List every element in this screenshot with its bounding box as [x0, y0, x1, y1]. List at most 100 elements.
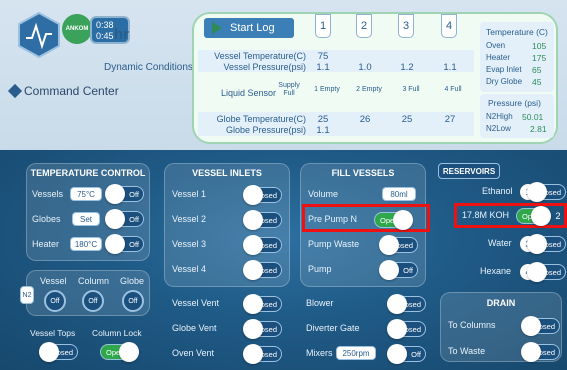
temp-label: Dry Globe — [486, 77, 523, 86]
n2-globe-button[interactable]: Off — [122, 290, 144, 312]
drain-columns-toggle[interactable]: Closed — [521, 316, 560, 336]
reservoirs-title: RESERVOIRS — [438, 163, 500, 179]
cell: 1.2 — [400, 62, 414, 73]
toggle-knob — [243, 319, 263, 339]
misc-label: Mixers — [306, 348, 333, 358]
globe-vent-toggle[interactable]: Closed — [243, 319, 282, 339]
row-label: Globe Temperature(C) — [216, 114, 306, 124]
cell: 1.1 — [316, 125, 330, 136]
column-lock-toggle[interactable]: Open — [100, 342, 139, 362]
cell: 1.1 — [316, 62, 330, 73]
reservoir-label: Ethanol — [482, 186, 513, 196]
vessels-temp-chip[interactable]: 75°C — [70, 187, 102, 201]
ankom-badge: ANKOM — [62, 14, 92, 44]
inlet-label: Vessel 1 — [172, 189, 207, 199]
n2-tag: N2 — [20, 286, 34, 304]
command-center-title: Command Center — [24, 84, 119, 98]
vessel-tops-toggle[interactable]: Closed — [39, 342, 78, 362]
misc-label: Diverter Gate — [306, 323, 360, 333]
volume-input[interactable]: 80ml — [382, 187, 416, 201]
fill-vessels-title: FILL VESSELS — [331, 168, 395, 178]
toggle-knob — [527, 262, 547, 282]
toggle-knob — [531, 206, 551, 226]
temp-label: Evap Inlet — [486, 65, 522, 74]
temp-value: 105 — [532, 41, 547, 51]
toggle-knob — [243, 210, 263, 230]
blower-toggle[interactable]: Closed — [387, 294, 426, 314]
temperature-control-title: TEMPERATURE CONTROL — [30, 168, 146, 178]
toggle-knob — [119, 342, 139, 362]
cell: 25 — [401, 114, 413, 125]
toggle-knob — [243, 344, 263, 364]
app-logo-icon — [18, 11, 60, 59]
fill-label: Pump Waste — [308, 239, 360, 249]
cell: 25 — [317, 114, 329, 125]
pump-toggle[interactable]: Off — [379, 260, 418, 280]
pressure-value: 50.01 — [522, 112, 544, 122]
mixer-speed-input[interactable]: 250rpm — [336, 346, 376, 360]
temp-row-label: Heater — [32, 239, 60, 249]
vessel-4-inlet-toggle[interactable]: Closed — [243, 260, 282, 280]
pressure-value: 2.81 — [530, 124, 547, 134]
cell: 27 — [444, 114, 456, 125]
pre-pump-n-toggle[interactable]: Open — [374, 210, 413, 230]
temp-label: Heater — [486, 53, 511, 62]
temp-value: 175 — [532, 53, 547, 63]
n2-header: Globe — [120, 276, 145, 286]
vessel-vent-toggle[interactable]: Closed — [243, 294, 282, 314]
cell: 1.1 — [443, 62, 457, 73]
inlet-label: Vessel 2 — [172, 214, 207, 224]
temp-row-label: Vessels — [32, 189, 64, 199]
heater-toggle[interactable]: Off — [105, 234, 144, 254]
toggle-knob — [527, 182, 547, 202]
toggle-knob — [393, 210, 413, 230]
row-label: Vessel Temperature(C) — [214, 51, 306, 61]
vessel-3-inlet-toggle[interactable]: Closed — [243, 235, 282, 255]
pressure-label: N2Low — [486, 124, 511, 133]
toggle-knob — [105, 184, 125, 204]
sensor-cell: 1 Empty — [314, 86, 340, 93]
mixers-toggle[interactable]: Off — [387, 344, 426, 364]
vessel-1-icon: 1 — [315, 14, 331, 38]
toggle-knob — [39, 342, 59, 362]
column-lock-label: Column Lock — [92, 328, 142, 338]
koh-toggle[interactable]: Open — [516, 206, 551, 226]
vessel-inlets-title: VESSEL INLETS — [192, 168, 262, 178]
vessel-2-inlet-toggle[interactable]: Closed — [243, 210, 282, 230]
fill-label: Pre Pump N — [308, 214, 358, 224]
drain-waste-toggle[interactable]: Closed — [521, 342, 560, 362]
vessel-1-inlet-toggle[interactable]: Closed — [243, 185, 282, 205]
temp-value: 45 — [532, 77, 542, 87]
toggle-knob — [243, 294, 263, 314]
cell: 26 — [359, 114, 371, 125]
misc-label: Blower — [306, 298, 334, 308]
n2-column-button[interactable]: Off — [82, 290, 104, 312]
start-log-button[interactable]: Start Log — [204, 18, 294, 38]
water-toggle[interactable]: Closed — [527, 234, 566, 254]
row-label: Liquid Sensor — [220, 88, 276, 98]
toggle-knob — [379, 235, 399, 255]
ethanol-toggle[interactable]: Closed — [527, 182, 566, 202]
fill-label: Pump — [308, 264, 332, 274]
vent-label: Vessel Vent — [172, 298, 220, 308]
row-label: Vessel Pressure(psi) — [223, 62, 306, 72]
globes-heat-toggle[interactable]: Off — [105, 209, 144, 229]
vessel-3-icon: 3 — [398, 14, 414, 38]
row-label: Globe Pressure(psi) — [225, 125, 306, 135]
sensor-cell: 3 Full — [402, 86, 420, 93]
n2-vessel-button[interactable]: Off — [44, 290, 66, 312]
n2-header: Vessel — [40, 276, 67, 286]
dynamic-conditions-link[interactable]: Dynamic Conditions — [104, 62, 193, 73]
sensor-cell: 4 Full — [444, 86, 462, 93]
diverter-gate-toggle[interactable]: Closed — [387, 319, 426, 339]
globes-set-chip[interactable]: Set — [72, 212, 100, 226]
toggle-knob — [243, 260, 263, 280]
toggle-knob — [521, 342, 541, 362]
hexane-toggle[interactable]: Closed — [527, 262, 566, 282]
vent-label: Globe Vent — [172, 323, 217, 333]
pump-waste-toggle[interactable]: Closed — [379, 235, 418, 255]
heater-temp-chip[interactable]: 180°C — [70, 237, 102, 251]
oven-vent-toggle[interactable]: Closed — [243, 344, 282, 364]
vessels-heat-toggle[interactable]: Off — [105, 184, 144, 204]
reservoir-label: Water — [488, 238, 512, 248]
